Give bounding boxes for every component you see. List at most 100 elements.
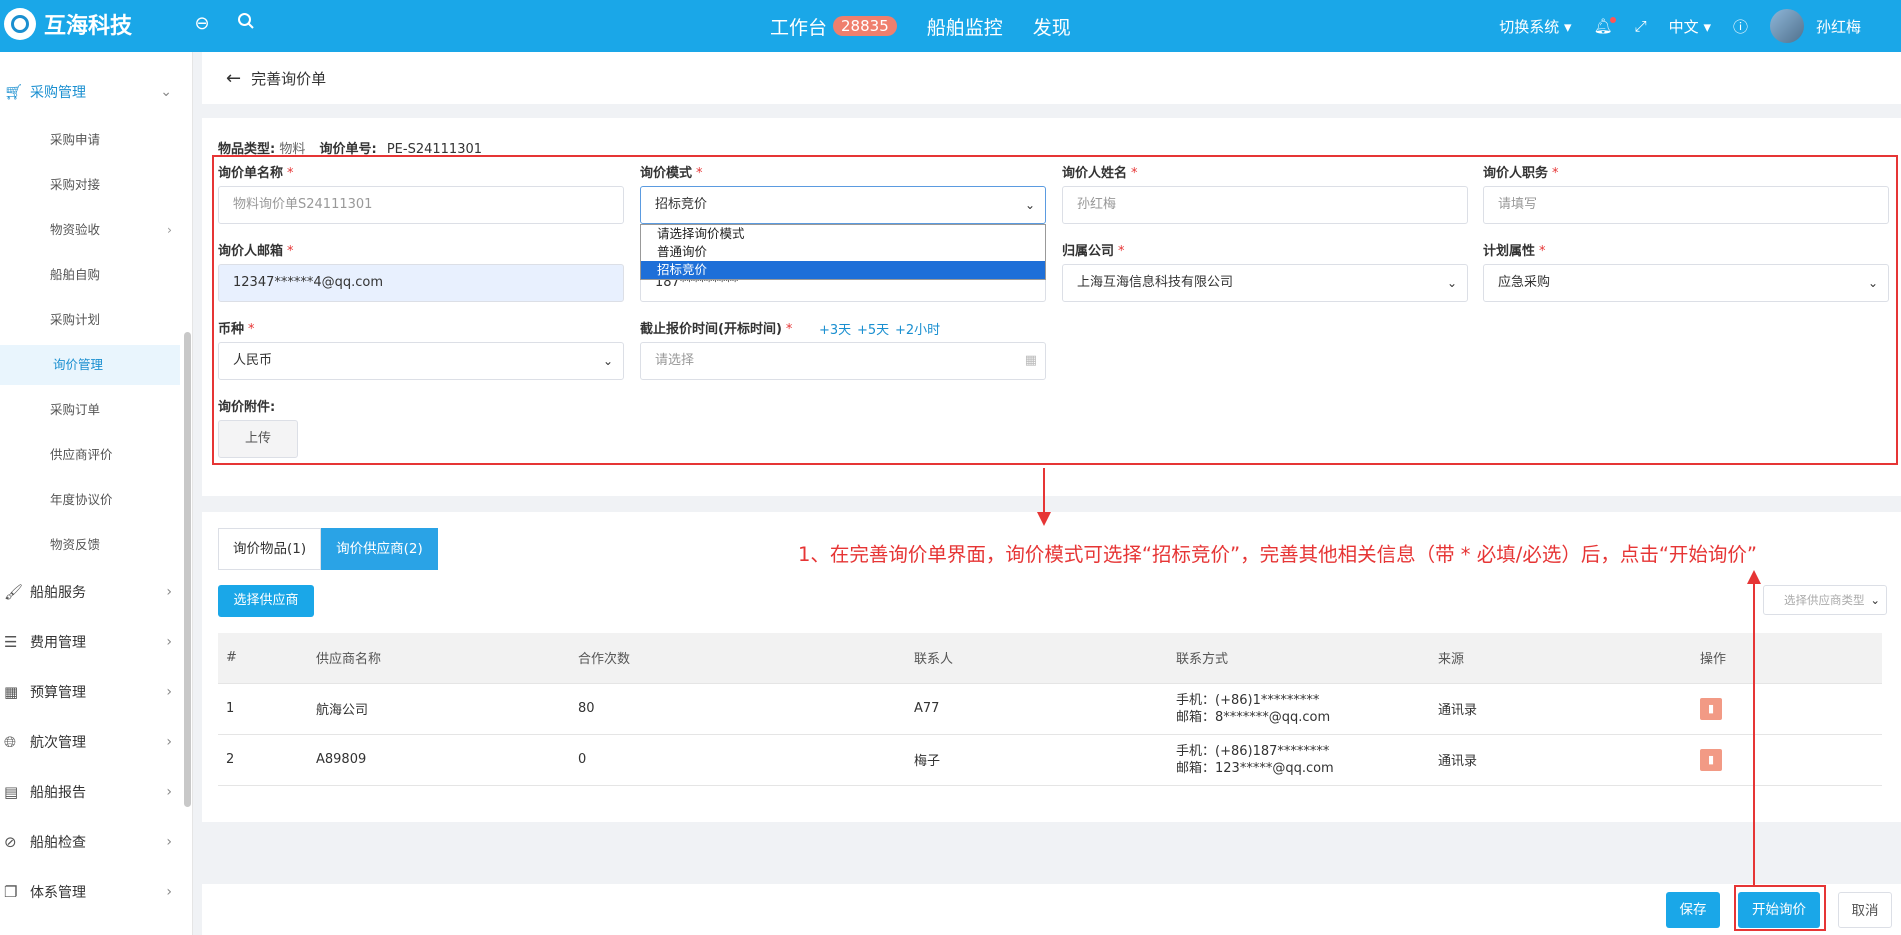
chevron-down-icon: ⌄ [160, 84, 172, 100]
fullscreen-icon[interactable]: ⤢ [1635, 17, 1647, 35]
search-icon[interactable] [234, 12, 258, 36]
sidebar-item-inquiry-management[interactable]: 询价管理 [0, 345, 180, 385]
chevron-right-icon: › [166, 834, 172, 850]
position-label: 询价人职务 * [1483, 166, 1559, 181]
dropdown-option[interactable]: 普通询价 [641, 243, 1045, 261]
sidebar-item-material-acceptance[interactable]: 物资验收 › [0, 210, 180, 250]
switch-system-menu[interactable]: 切换系统 ▾ [1499, 16, 1571, 37]
select-supplier-button[interactable]: 选择供应商 [218, 585, 314, 617]
page-header: ← 完善询价单 [202, 52, 1901, 104]
sidebar-group-expense[interactable]: ☰ 费用管理 › [0, 622, 180, 662]
back-arrow-icon[interactable]: ← [226, 68, 241, 89]
sidebar-item-purchase-matching[interactable]: 采购对接 [0, 165, 180, 205]
inquirer-position-input[interactable]: 请填写 [1483, 186, 1889, 224]
attachment-label: 询价附件: [218, 400, 276, 415]
save-button[interactable]: 保存 [1666, 892, 1720, 928]
sidebar-group-ship-service[interactable]: 🖌︎ 船舶服务 › [0, 572, 180, 612]
inquirer-email-input[interactable]: 12347******4@qq.com [218, 264, 624, 302]
sidebar-group-label: 费用管理 [30, 635, 86, 651]
sidebar: 🛒︎ 采购管理 ⌄ 采购申请 采购对接 物资验收 › 船舶自购 采购计划 询价管理… [0, 52, 193, 935]
paint-roller-icon: 🖌︎ [4, 583, 24, 601]
calendar-icon: ▤ [4, 783, 19, 801]
inquiry-mode-select[interactable]: 招标竞价 ⌄ [640, 186, 1046, 224]
page-title: 完善询价单 [251, 69, 327, 88]
nav-discover[interactable]: 发现 [1033, 13, 1071, 40]
workbench-count-badge: 28835 [833, 16, 897, 36]
inquiry-mode-value: 招标竞价 [655, 197, 708, 212]
chevron-right-icon: › [166, 584, 172, 600]
language-menu[interactable]: 中文 ▾ [1669, 16, 1711, 37]
sidebar-item-annual-price[interactable]: 年度协议价 [0, 480, 180, 520]
plan-attribute-select[interactable]: 应急采购 ⌄ [1483, 264, 1889, 302]
sidebar-item-label: 物资验收 [50, 222, 101, 237]
sidebar-group-system[interactable]: ❐ 体系管理 › [0, 872, 180, 912]
sidebar-group-procurement[interactable]: 🛒︎ 采购管理 ⌄ [0, 72, 180, 112]
chevron-down-icon: ⌄ [1446, 276, 1457, 290]
dropdown-option-selected[interactable]: 招标竞价 [641, 261, 1045, 279]
deadline-date-input[interactable]: 请选择 ▦ [640, 342, 1046, 380]
upload-button[interactable]: 上传 [218, 420, 298, 458]
inquiry-name-input[interactable]: 物料询价单S24111301 [218, 186, 624, 224]
caret-down-icon: ▾ [1703, 17, 1711, 36]
logo[interactable]: 互海科技 [4, 8, 132, 40]
col-source: 来源 [1430, 633, 1692, 684]
footer-bar: 保存 开始询价 取消 [202, 884, 1901, 935]
back-circle-icon[interactable]: ⊖ [190, 12, 214, 36]
user-menu[interactable]: 孙红梅 [1769, 9, 1861, 43]
tab-inquiry-items[interactable]: 询价物品(1) [218, 528, 322, 570]
globe-icon: 🌐︎ [4, 733, 17, 751]
sidebar-scrollbar[interactable] [184, 332, 191, 807]
quick-plus-3-days[interactable]: +3天 [819, 319, 851, 338]
company-select[interactable]: 上海互海信息科技有限公司 ⌄ [1062, 264, 1468, 302]
plan-value: 应急采购 [1498, 275, 1551, 290]
col-index: # [218, 633, 308, 684]
chevron-down-icon: ⌄ [1870, 593, 1880, 607]
bell-icon[interactable]: 🔔︎ [1594, 17, 1616, 35]
chevron-down-icon: ⌄ [602, 354, 613, 368]
sidebar-group-budget[interactable]: ▦ 预算管理 › [0, 672, 180, 712]
sidebar-item-material-feedback[interactable]: 物资反馈 [0, 525, 180, 565]
cell-cooperation-times: 80 [570, 683, 906, 735]
currency-value: 人民币 [233, 353, 273, 368]
col-contact-person: 联系人 [906, 633, 1168, 684]
chevron-right-icon: › [166, 884, 172, 900]
cell-index: 2 [218, 734, 308, 786]
deadline-placeholder: 请选择 [655, 353, 695, 368]
supplier-type-placeholder: 选择供应商类型 [1784, 593, 1865, 607]
nav-workbench[interactable]: 工作台 28835 [770, 13, 897, 40]
contact-phone: 手机：(+86)187******** [1176, 743, 1330, 759]
sidebar-item-purchase-request[interactable]: 采购申请 [0, 120, 180, 160]
dropdown-option[interactable]: 请选择询价模式 [641, 225, 1045, 243]
cell-source: 通讯录 [1430, 734, 1692, 786]
sidebar-item-supplier-evaluation[interactable]: 供应商评价 [0, 435, 180, 475]
inquirer-name-input[interactable]: 孙红梅 [1062, 186, 1468, 224]
tab-inquiry-suppliers[interactable]: 询价供应商(2) [321, 528, 438, 570]
document-copy-icon: ❐ [4, 883, 18, 901]
delete-icon[interactable]: ▮ [1700, 697, 1722, 720]
currency-select[interactable]: 人民币 ⌄ [218, 342, 624, 380]
annotation-arrow-down [1043, 468, 1045, 518]
sidebar-item-ship-self-purchase[interactable]: 船舶自购 [0, 255, 180, 295]
cell-actions: ▮ [1692, 734, 1882, 786]
sidebar-group-ship-report[interactable]: ▤ 船舶报告 › [0, 772, 180, 812]
supplier-type-select[interactable]: 选择供应商类型 ⌄ [1763, 585, 1887, 615]
top-bar: 互海科技 ⊖ 工作台 28835 船舶监控 发现 切换系统 ▾ 🔔︎ ⤢ 中文 … [0, 0, 1901, 52]
quick-plus-2-hours[interactable]: +2小时 [895, 319, 940, 338]
top-right-tools: 切换系统 ▾ 🔔︎ ⤢ 中文 ▾ ⓘ 孙红梅 [1499, 0, 1901, 52]
table-header-row: # 供应商名称 合作次数 联系人 联系方式 来源 操作 [218, 633, 1882, 684]
col-contact-info: 联系方式 [1168, 633, 1430, 684]
sidebar-group-voyage[interactable]: 🌐︎ 航次管理 › [0, 722, 180, 762]
sidebar-group-label: 体系管理 [30, 885, 86, 901]
cancel-button[interactable]: 取消 [1838, 892, 1892, 928]
sidebar-group-ship-inspection[interactable]: ⊘ 船舶检查 › [0, 822, 180, 862]
sidebar-item-purchase-plan[interactable]: 采购计划 [0, 300, 180, 340]
sidebar-item-purchase-order[interactable]: 采购订单 [0, 390, 180, 430]
quick-plus-5-days[interactable]: +5天 [857, 319, 889, 338]
delete-icon[interactable]: ▮ [1700, 748, 1722, 771]
arrow-head-down-icon [1037, 512, 1051, 526]
chevron-right-icon: › [166, 784, 172, 800]
nav-ship-monitor[interactable]: 船舶监控 [927, 13, 1003, 40]
help-icon[interactable]: ⓘ [1733, 16, 1748, 37]
sidebar-group-label: 船舶报告 [30, 785, 86, 801]
table-row: 1 航海公司 80 A77 手机：(+86)1********* 邮箱：8***… [218, 683, 1882, 735]
